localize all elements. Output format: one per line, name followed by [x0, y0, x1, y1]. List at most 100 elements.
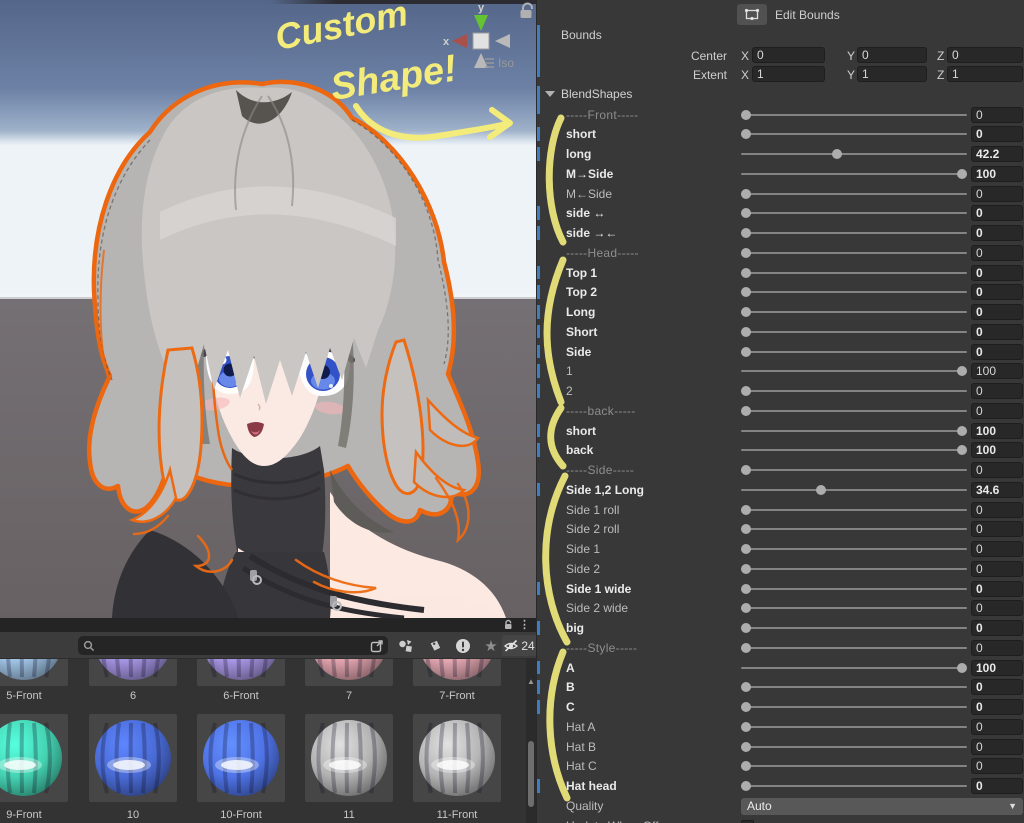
blendshape-slider[interactable] [741, 489, 967, 491]
blendshape-value-field[interactable]: 0 [971, 107, 1023, 123]
favorites-star-icon[interactable]: ★ [478, 635, 504, 656]
blendshapes-foldout-icon[interactable] [545, 91, 555, 97]
scene-view[interactable]: y x Iso Custom Shape! [0, 0, 536, 618]
blendshape-slider[interactable] [741, 331, 967, 333]
asset-thumbnail[interactable] [89, 659, 177, 686]
blendshape-value-field[interactable]: 0 [971, 205, 1023, 221]
filter-by-label-icon[interactable] [422, 635, 448, 656]
slider-knob[interactable] [741, 564, 751, 574]
blendshape-value-field[interactable]: 0 [971, 699, 1023, 715]
scroll-up-arrow[interactable]: ▲ [527, 677, 535, 686]
blendshape-value-field[interactable]: 34.6 [971, 482, 1023, 498]
blendshape-slider[interactable] [741, 114, 967, 116]
blendshape-value-field[interactable]: 0 [971, 581, 1023, 597]
blendshape-value-field[interactable]: 0 [971, 245, 1023, 261]
asset-thumbnail[interactable] [413, 714, 501, 802]
warnings-icon[interactable] [450, 635, 476, 656]
slider-knob[interactable] [957, 426, 967, 436]
slider-knob[interactable] [957, 445, 967, 455]
blendshape-value-field[interactable]: 0 [971, 462, 1023, 478]
blendshape-slider[interactable] [741, 133, 967, 135]
scrollbar-thumb[interactable] [528, 741, 534, 807]
slider-knob[interactable] [741, 761, 751, 771]
blendshape-value-field[interactable]: 0 [971, 324, 1023, 340]
blendshape-value-field[interactable]: 0 [971, 126, 1023, 142]
assets-scrollbar[interactable]: ▲ [526, 659, 536, 823]
blendshape-value-field[interactable]: 0 [971, 265, 1023, 281]
asset-thumbnail[interactable] [0, 714, 68, 802]
blendshape-value-field[interactable]: 0 [971, 758, 1023, 774]
blendshape-value-field[interactable]: 100 [971, 363, 1023, 379]
blendshape-value-field[interactable]: 0 [971, 739, 1023, 755]
blendshape-slider[interactable] [741, 410, 967, 412]
blendshape-slider[interactable] [741, 153, 967, 155]
blendshape-slider[interactable] [741, 449, 967, 451]
asset-thumbnail[interactable] [305, 714, 393, 802]
blendshape-slider[interactable] [741, 528, 967, 530]
slider-knob[interactable] [832, 149, 842, 159]
update-when-off-checkbox[interactable] [741, 820, 754, 823]
blendshape-slider[interactable] [741, 173, 967, 175]
blendshape-slider[interactable] [741, 726, 967, 728]
blendshape-slider[interactable] [741, 548, 967, 550]
slider-knob[interactable] [741, 386, 751, 396]
blendshape-value-field[interactable]: 0 [971, 403, 1023, 419]
slider-knob[interactable] [741, 781, 751, 791]
blendshapes-title[interactable]: BlendShapes [561, 87, 632, 101]
slider-knob[interactable] [741, 722, 751, 732]
slider-knob[interactable] [741, 643, 751, 653]
slider-knob[interactable] [741, 307, 751, 317]
extent-x-field[interactable]: 1 [752, 66, 825, 82]
blendshape-slider[interactable] [741, 686, 967, 688]
blendshape-value-field[interactable]: 0 [971, 502, 1023, 518]
blendshape-slider[interactable] [741, 627, 967, 629]
blendshape-slider[interactable] [741, 588, 967, 590]
slider-knob[interactable] [741, 623, 751, 633]
asset-thumbnail[interactable] [305, 659, 393, 686]
center-y-field[interactable]: 0 [857, 47, 927, 63]
blendshape-slider[interactable] [741, 765, 967, 767]
blendshape-slider[interactable] [741, 252, 967, 254]
center-x-field[interactable]: 0 [752, 47, 825, 63]
slider-knob[interactable] [741, 287, 751, 297]
blendshape-slider[interactable] [741, 430, 967, 432]
blendshape-slider[interactable] [741, 469, 967, 471]
blendshape-value-field[interactable]: 0 [971, 186, 1023, 202]
blendshape-slider[interactable] [741, 607, 967, 609]
blendshape-value-field[interactable]: 0 [971, 284, 1023, 300]
blendshape-slider[interactable] [741, 232, 967, 234]
blendshape-slider[interactable] [741, 212, 967, 214]
asset-thumbnail[interactable] [197, 714, 285, 802]
slider-knob[interactable] [741, 327, 751, 337]
blendshape-value-field[interactable]: 0 [971, 561, 1023, 577]
blendshape-value-field[interactable]: 0 [971, 719, 1023, 735]
slider-knob[interactable] [741, 742, 751, 752]
slider-knob[interactable] [741, 465, 751, 475]
blendshape-value-field[interactable]: 0 [971, 383, 1023, 399]
blendshape-slider[interactable] [741, 785, 967, 787]
blendshape-value-field[interactable]: 100 [971, 442, 1023, 458]
blendshape-slider[interactable] [741, 667, 967, 669]
slider-knob[interactable] [741, 129, 751, 139]
slider-knob[interactable] [741, 347, 751, 357]
slider-knob[interactable] [741, 228, 751, 238]
slider-knob[interactable] [741, 268, 751, 278]
blendshape-slider[interactable] [741, 193, 967, 195]
slider-knob[interactable] [741, 208, 751, 218]
blendshape-slider[interactable] [741, 746, 967, 748]
slider-knob[interactable] [741, 406, 751, 416]
extent-y-field[interactable]: 1 [857, 66, 927, 82]
edit-bounds-button[interactable] [737, 4, 767, 25]
panel-menu-icon[interactable]: ⋮ [519, 619, 530, 631]
blendshape-slider[interactable] [741, 509, 967, 511]
blendshape-value-field[interactable]: 0 [971, 600, 1023, 616]
slider-knob[interactable] [957, 663, 967, 673]
blendshape-value-field[interactable]: 0 [971, 225, 1023, 241]
blendshape-value-field[interactable]: 0 [971, 620, 1023, 636]
asset-thumbnail[interactable] [413, 659, 501, 686]
blendshape-value-field[interactable]: 0 [971, 640, 1023, 656]
asset-thumbnail[interactable] [89, 714, 177, 802]
blendshape-slider[interactable] [741, 370, 967, 372]
blendshape-value-field[interactable]: 42.2 [971, 146, 1023, 162]
blendshape-slider[interactable] [741, 647, 967, 649]
